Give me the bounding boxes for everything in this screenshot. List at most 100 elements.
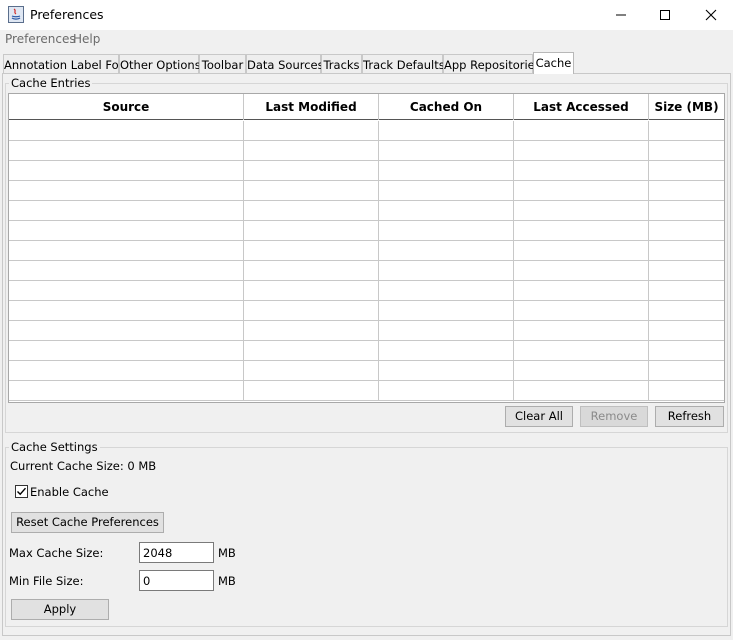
minimize-button[interactable] xyxy=(598,0,644,30)
table-cell xyxy=(9,261,244,281)
table-row[interactable] xyxy=(9,201,724,221)
tab-tracks[interactable]: Tracks xyxy=(321,54,362,73)
tab-app-repositories[interactable]: App Repositories xyxy=(443,54,541,73)
table-cell xyxy=(514,241,649,261)
table-cell xyxy=(649,201,724,221)
table-cell xyxy=(379,201,514,221)
remove-button[interactable]: Remove xyxy=(580,406,648,427)
tab-data-sources[interactable]: Data Sources xyxy=(246,54,324,73)
table-cell xyxy=(9,221,244,241)
table-cell xyxy=(9,321,244,341)
table-cell xyxy=(379,381,514,401)
maximize-icon xyxy=(660,10,670,20)
table-cell xyxy=(514,361,649,381)
table-cell xyxy=(244,181,379,201)
table-cell xyxy=(379,301,514,321)
table-cell xyxy=(649,221,724,241)
menu-preferences[interactable]: Preferences xyxy=(5,32,76,46)
refresh-button[interactable]: Refresh xyxy=(655,406,724,427)
table-row[interactable] xyxy=(9,261,724,281)
tab-track-defaults[interactable]: Track Defaults xyxy=(362,54,445,73)
table-cell xyxy=(244,201,379,221)
table-row[interactable] xyxy=(9,381,724,401)
table-row[interactable] xyxy=(9,161,724,181)
table-cell xyxy=(379,121,514,141)
table-row[interactable] xyxy=(9,301,724,321)
table-cell xyxy=(244,161,379,181)
table-cell xyxy=(9,121,244,141)
table-row[interactable] xyxy=(9,361,724,381)
table-row[interactable] xyxy=(9,181,724,201)
table-row[interactable] xyxy=(9,281,724,301)
column-header-cached-on[interactable]: Cached On xyxy=(379,94,514,120)
tab-annotation-label-font[interactable]: Annotation Label Font xyxy=(3,54,130,73)
table-header: Source Last Modified Cached On Last Acce… xyxy=(9,94,724,120)
table-cell xyxy=(649,281,724,301)
table-row[interactable] xyxy=(9,221,724,241)
table-cell xyxy=(649,361,724,381)
title-bar: Preferences xyxy=(0,0,733,30)
min-file-size-label: Min File Size: xyxy=(9,574,84,588)
table-cell xyxy=(514,121,649,141)
current-cache-size: Current Cache Size: 0 MB xyxy=(10,459,157,473)
table-cell xyxy=(514,261,649,281)
tab-other-options[interactable]: Other Options xyxy=(119,54,201,73)
table-cell xyxy=(379,181,514,201)
minimize-icon xyxy=(616,14,626,16)
column-header-size[interactable]: Size (MB) xyxy=(649,94,724,120)
table-row[interactable] xyxy=(9,141,724,161)
table-cell xyxy=(9,281,244,301)
tab-toolbar[interactable]: Toolbar xyxy=(199,54,246,73)
tab-cache[interactable]: Cache xyxy=(533,52,574,74)
table-cell xyxy=(244,241,379,261)
table-cell xyxy=(379,281,514,301)
window-title: Preferences xyxy=(30,7,104,22)
table-cell xyxy=(9,201,244,221)
apply-button[interactable]: Apply xyxy=(11,599,109,620)
column-header-source[interactable]: Source xyxy=(9,94,244,120)
close-button[interactable] xyxy=(688,0,733,30)
table-cell xyxy=(649,301,724,321)
table-cell xyxy=(514,381,649,401)
checkmark-icon xyxy=(17,487,27,496)
menu-help[interactable]: Help xyxy=(73,32,100,46)
table-cell xyxy=(379,161,514,181)
table-row[interactable] xyxy=(9,241,724,261)
table-cell xyxy=(379,261,514,281)
table-cell xyxy=(514,321,649,341)
table-cell xyxy=(9,141,244,161)
table-cell xyxy=(9,301,244,321)
table-row[interactable] xyxy=(9,341,724,361)
min-file-size-field[interactable] xyxy=(139,570,214,591)
table-cell xyxy=(244,121,379,141)
max-cache-size-field[interactable] xyxy=(139,542,214,563)
clear-all-button[interactable]: Clear All xyxy=(505,406,573,427)
table-cell xyxy=(649,121,724,141)
enable-cache-checkbox[interactable] xyxy=(15,485,28,498)
cache-entries-table[interactable]: Source Last Modified Cached On Last Acce… xyxy=(8,93,725,403)
table-cell xyxy=(9,361,244,381)
table-cell xyxy=(244,341,379,361)
preference-tabs: Annotation Label Font Other Options Tool… xyxy=(3,52,731,74)
table-cell xyxy=(9,341,244,361)
table-cell xyxy=(514,161,649,181)
maximize-button[interactable] xyxy=(642,0,688,30)
column-header-last-modified[interactable]: Last Modified xyxy=(244,94,379,120)
table-cell xyxy=(244,321,379,341)
table-cell xyxy=(514,141,649,161)
menu-bar: Preferences Help xyxy=(0,30,733,50)
table-row[interactable] xyxy=(9,321,724,341)
cache-settings-group xyxy=(5,447,728,627)
table-cell xyxy=(244,301,379,321)
table-cell xyxy=(244,281,379,301)
table-row[interactable] xyxy=(9,121,724,141)
table-cell xyxy=(9,241,244,261)
table-cell xyxy=(649,341,724,361)
enable-cache-label[interactable]: Enable Cache xyxy=(30,485,109,499)
column-header-last-accessed[interactable]: Last Accessed xyxy=(514,94,649,120)
table-cell xyxy=(9,161,244,181)
table-cell xyxy=(514,201,649,221)
reset-cache-preferences-button[interactable]: Reset Cache Preferences xyxy=(11,512,164,533)
table-cell xyxy=(379,321,514,341)
table-cell xyxy=(649,321,724,341)
